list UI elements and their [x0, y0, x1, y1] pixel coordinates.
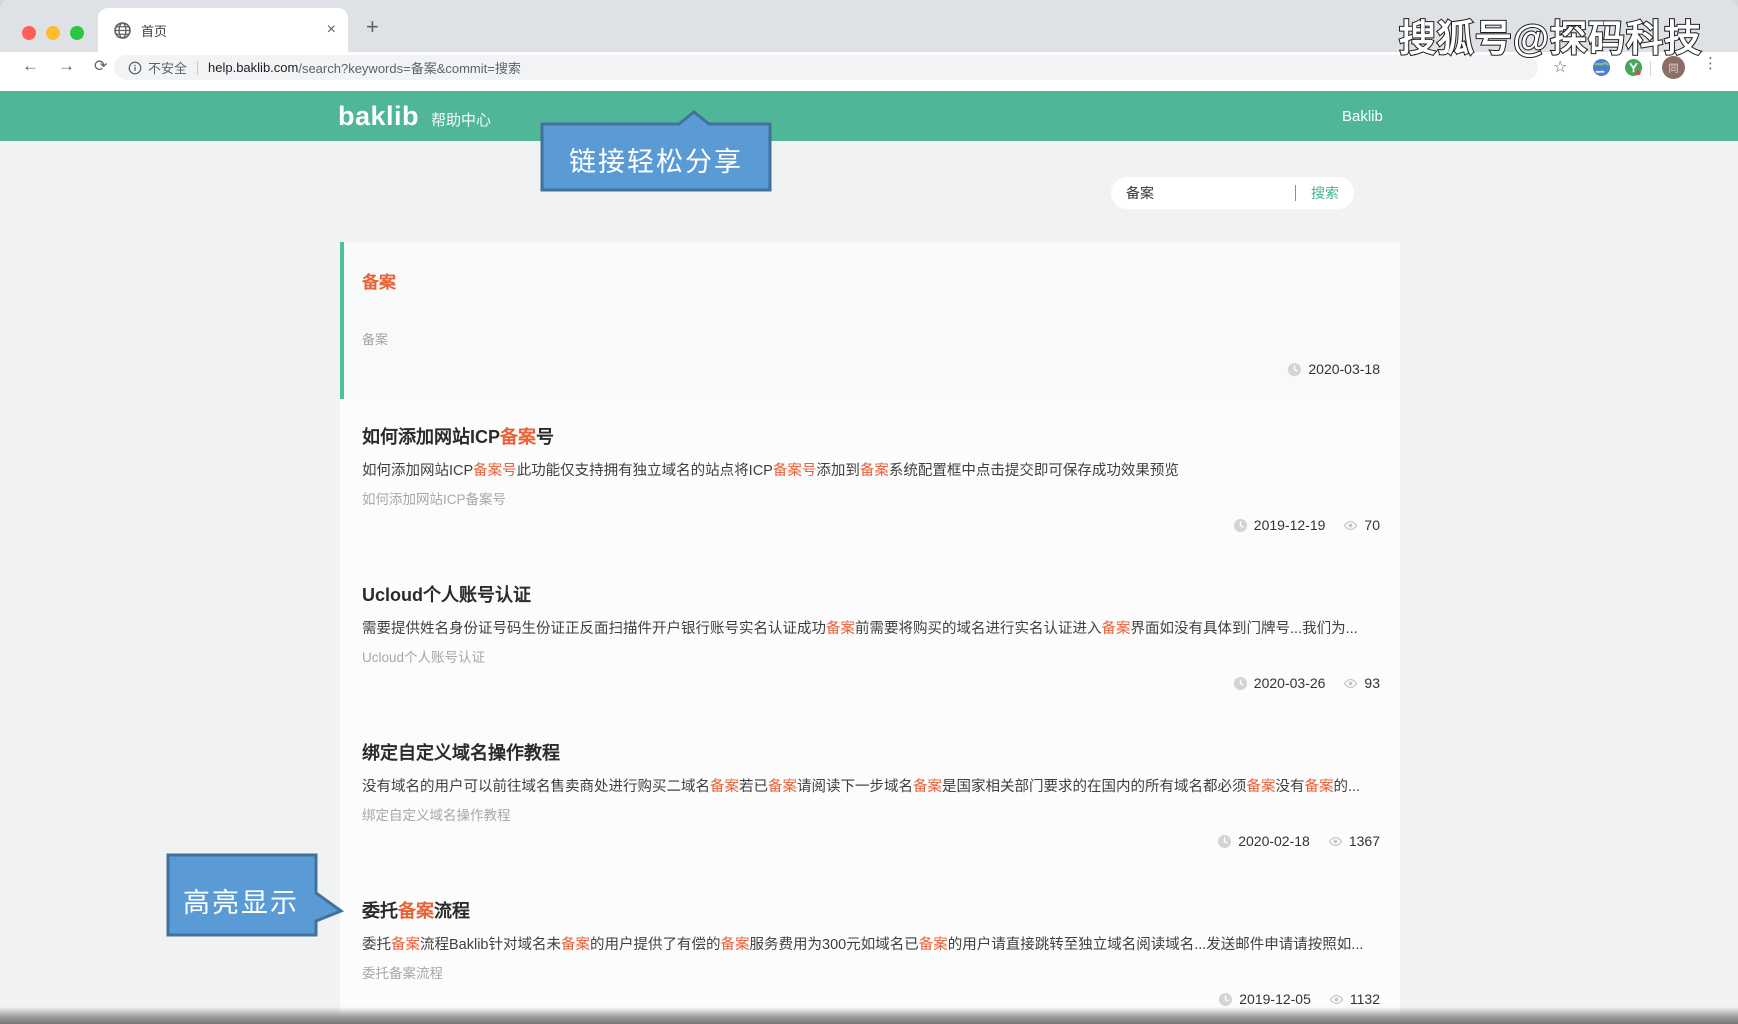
result-date: 2020-02-18 [1238, 833, 1310, 849]
close-window-button[interactable] [22, 26, 36, 40]
tab-close-icon[interactable]: × [327, 22, 336, 38]
result-date: 2020-03-26 [1253, 675, 1326, 691]
callout-highlight-label: 高亮显示 [183, 888, 299, 918]
results-list: 如何添加网站ICP备案号 如何添加网站ICP备案号此功能仅支持拥有独立域名的站点… [340, 399, 1400, 1024]
site-header: baklib 帮助中心 Baklib [0, 91, 1738, 141]
tab-title: 首页 [141, 23, 168, 39]
security-label: 不安全 [148, 61, 188, 76]
search-button[interactable]: 搜索 [1296, 183, 1354, 203]
result-views-count: 1367 [1348, 833, 1380, 849]
result-breadcrumb: 绑定自定义域名操作教程 [362, 808, 511, 823]
result-title[interactable]: 绑定自定义域名操作教程 [362, 739, 1380, 765]
result-views-count: 93 [1364, 675, 1380, 691]
featured-result-date: 2020-03-18 [1308, 361, 1380, 377]
result-title[interactable]: Ucloud个人账号认证 [362, 581, 1380, 607]
featured-result-breadcrumb: 备案 [362, 332, 389, 347]
clock-icon [1288, 362, 1302, 376]
site-logo[interactable]: baklib [338, 101, 419, 132]
result-breadcrumb: 委托备案流程 [362, 966, 443, 981]
eye-icon [1344, 678, 1358, 688]
result-date: 2019-12-05 [1239, 991, 1311, 1007]
new-tab-button[interactable]: + [366, 14, 379, 40]
callout-highlight-annotation: 高亮显示 [166, 853, 345, 937]
result-meta: 2019-12-19 70 [362, 517, 1380, 533]
search-result-item[interactable]: 委托备案流程 委托备案流程Baklib针对域名未备案的用户提供了有偿的备案服务费… [340, 873, 1400, 1024]
search-result-item[interactable]: 绑定自定义域名操作教程 没有域名的用户可以前往域名售卖商处进行购买二域名备案若已… [340, 715, 1400, 873]
result-views-count: 70 [1364, 517, 1380, 533]
result-snippet: 没有域名的用户可以前往域名售卖商处进行购买二域名备案若已备案请阅读下一步域名备案… [362, 779, 1361, 795]
security-indicator[interactable]: 不安全 [128, 58, 187, 77]
browser-menu-icon[interactable]: ⋮ [1703, 55, 1718, 73]
result-date: 2019-12-19 [1253, 517, 1326, 533]
url-path: /search?keywords=备案&commit=搜索 [298, 61, 521, 76]
forward-icon[interactable]: → [58, 56, 75, 76]
eye-icon [1328, 836, 1343, 846]
result-meta: 2020-02-18 1367 [362, 833, 1380, 849]
result-snippet: 如何添加网站ICP备案号此功能仅支持拥有独立域名的站点将ICP备案号添加到备案系… [362, 463, 1179, 479]
browser-window: 首页 × + ← → ⟳ 不安全 help.baklib.com/search?… [0, 0, 1738, 1024]
featured-result-title[interactable]: 备案 [362, 268, 1380, 293]
clock-icon [1233, 518, 1247, 532]
reload-icon[interactable]: ⟳ [94, 56, 107, 76]
result-views-count: 1132 [1349, 991, 1380, 1007]
eye-icon [1344, 520, 1358, 530]
browser-tab[interactable]: 首页 × [98, 8, 348, 52]
result-title[interactable]: 委托备案流程 [362, 897, 1380, 923]
search-bar: 备案 搜索 [1111, 177, 1354, 209]
minimize-window-button[interactable] [46, 26, 60, 40]
result-meta: 2019-12-05 1132 [362, 991, 1380, 1007]
callout-share-label: 链接轻松分享 [569, 147, 743, 177]
result-title[interactable]: 如何添加网站ICP备案号 [362, 423, 1380, 449]
featured-result-meta: 2020-03-18 [362, 361, 1380, 377]
watermark: 搜狐号@探码科技 [1398, 17, 1702, 60]
result-snippet: 需要提供姓名身份证号码生份证正反面扫描件开户银行账号实名认证成功备案前需要将购买… [362, 621, 1358, 637]
search-input[interactable]: 备案 [1111, 183, 1295, 203]
zoom-window-button[interactable] [70, 26, 84, 40]
omnibox-divider [197, 60, 199, 75]
result-breadcrumb: 如何添加网站ICP备案号 [362, 492, 507, 507]
back-icon[interactable]: ← [22, 56, 39, 76]
result-breadcrumb: Ucloud个人账号认证 [362, 650, 486, 665]
clock-icon [1219, 992, 1233, 1006]
url-host: help.baklib.com [208, 60, 299, 75]
toolbar-divider [1650, 61, 1651, 76]
results-column: 备案 备案 2020-03-18 如何添加网站ICP备案号 如何添加网站ICP备… [340, 242, 1400, 1024]
eye-icon [1329, 994, 1344, 1004]
result-views: 93 [1343, 675, 1380, 691]
result-snippet: 委托备案流程Baklib针对域名未备案的用户提供了有偿的备案服务费用为300元如… [362, 937, 1364, 953]
header-nav-link[interactable]: Baklib [1342, 108, 1383, 125]
search-result-item[interactable]: Ucloud个人账号认证 需要提供姓名身份证号码生份证正反面扫描件开户银行账号实… [340, 557, 1400, 715]
result-views: 1132 [1329, 991, 1380, 1007]
globe-favicon [114, 21, 131, 39]
clock-icon [1218, 834, 1232, 848]
address-bar[interactable]: 不安全 help.baklib.com/search?keywords=备案&c… [114, 55, 1538, 80]
result-views: 1367 [1328, 833, 1380, 849]
clock-icon [1233, 676, 1247, 690]
site-logo-suffix: 帮助中心 [431, 111, 492, 129]
result-views: 70 [1343, 517, 1380, 533]
callout-share-annotation: 链接轻松分享 [540, 110, 772, 192]
featured-result-card[interactable]: 备案 备案 2020-03-18 [340, 242, 1400, 399]
result-meta: 2020-03-26 93 [362, 675, 1380, 691]
search-result-item[interactable]: 如何添加网站ICP备案号 如何添加网站ICP备案号此功能仅支持拥有独立域名的站点… [340, 399, 1400, 557]
bottom-shadow [0, 1007, 1738, 1024]
info-icon [128, 61, 142, 74]
page-top-gap [0, 83, 1738, 91]
